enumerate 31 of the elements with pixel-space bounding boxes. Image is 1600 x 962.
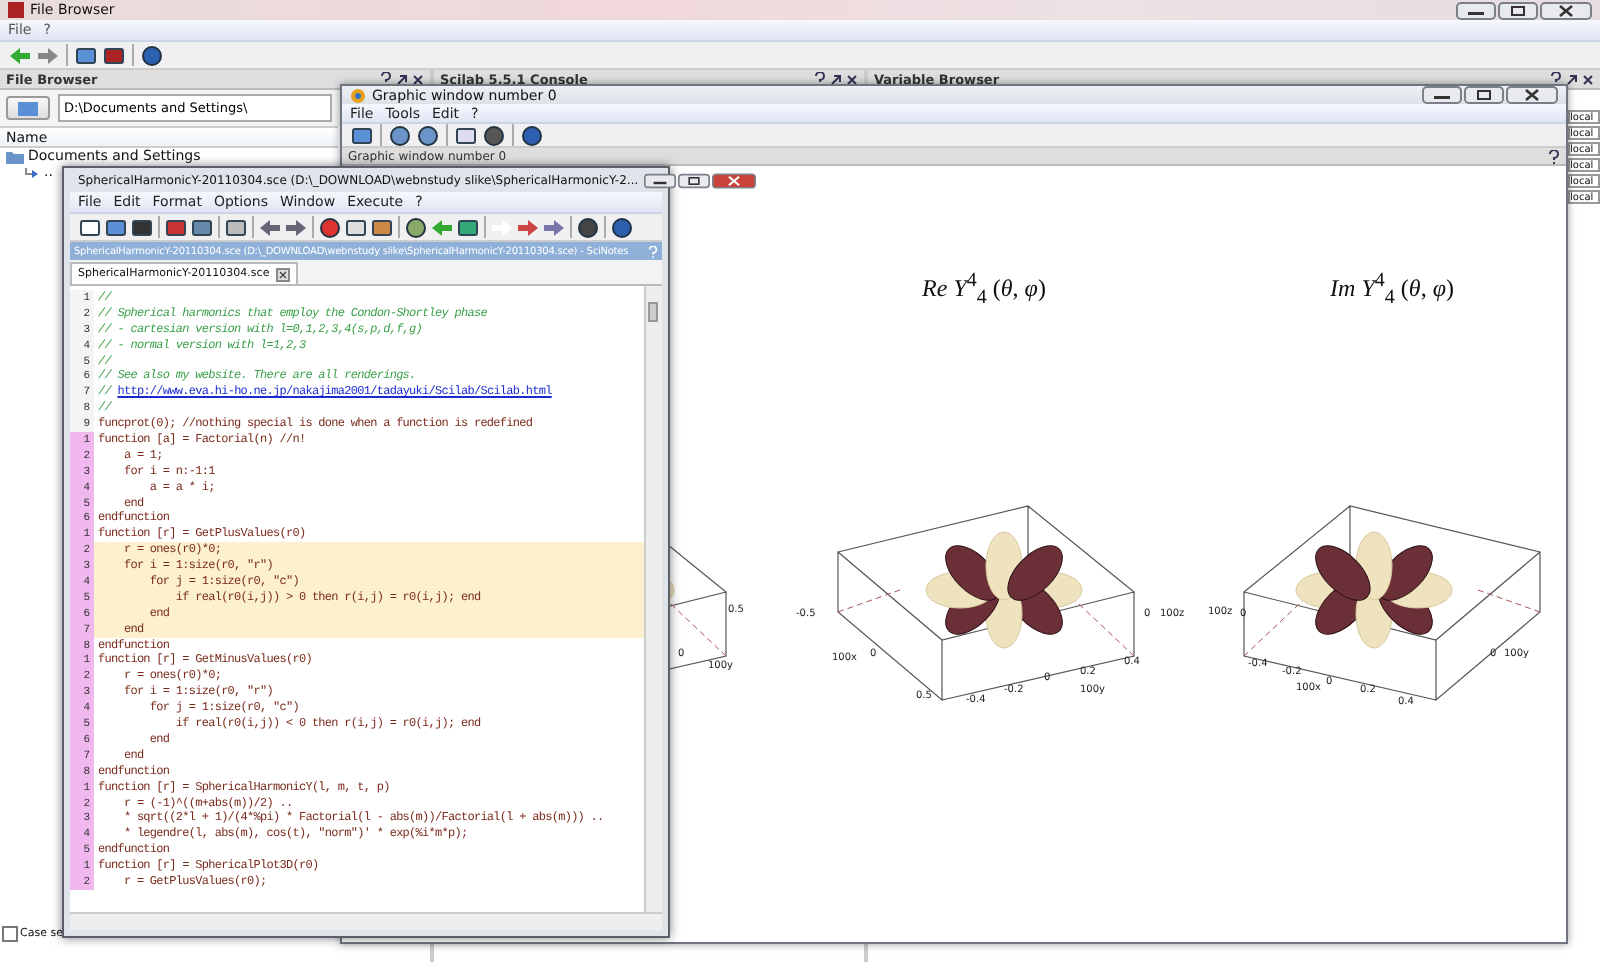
run-file-icon[interactable] [542,215,566,239]
maximize-icon[interactable] [1498,1,1538,19]
forward-arrow-icon[interactable] [36,43,60,67]
close-icon[interactable] [412,72,424,86]
undock-icon[interactable] [396,72,408,86]
minimize-icon[interactable] [1422,86,1462,104]
app-icon [350,87,366,103]
maximize-icon[interactable] [1464,86,1504,104]
close-icon[interactable] [1540,1,1592,19]
scroll-thumb[interactable] [648,302,658,322]
close-icon[interactable] [712,171,757,189]
app-icon [8,2,24,18]
redo-icon[interactable] [284,215,308,239]
run-icon[interactable] [516,215,540,239]
scrollbar[interactable] [644,286,662,912]
plot-title: Im Y$^{4}$$_{4}$ (θ, φ) [1330,270,1454,310]
close-icon[interactable] [1506,86,1558,104]
plot-title: Re Y$^{4}$$_{4}$ (θ, φ) [922,270,1046,310]
close-icon[interactable] [275,267,290,281]
undo-icon[interactable] [258,215,282,239]
back-arrow-icon[interactable] [8,43,32,67]
minimize-icon[interactable] [1456,1,1496,19]
checkbox[interactable] [2,926,18,942]
close-icon[interactable] [846,72,858,86]
code-editor[interactable] [70,286,662,912]
file-icon [24,165,40,179]
browse-button[interactable] [6,96,50,120]
minimize-icon[interactable] [644,171,677,189]
undock-icon[interactable] [1566,72,1578,86]
close-icon[interactable] [1582,72,1594,86]
undock-icon[interactable] [830,72,842,86]
